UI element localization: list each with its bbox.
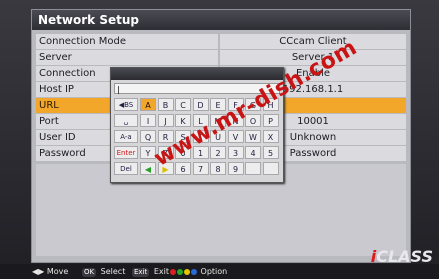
footer-select: OK Select	[82, 264, 125, 279]
exit-button-icon: Exit	[132, 268, 150, 277]
keyboard-key[interactable]	[262, 162, 279, 175]
row-value: CCcam Client	[220, 34, 406, 49]
keyboard-key[interactable]: 3	[227, 146, 244, 159]
keyboard-title-bar	[111, 68, 283, 80]
exit-label: Exit	[153, 267, 169, 276]
option-label: Option	[200, 267, 228, 276]
green-dot-icon	[177, 268, 183, 275]
keyboard-key[interactable]: 4	[245, 146, 261, 159]
keyboard-key[interactable]: A	[140, 98, 156, 111]
keyboard-key[interactable]: D	[192, 98, 209, 111]
keyboard-key[interactable]: 7	[192, 162, 209, 175]
keyboard-key[interactable]: Q	[140, 130, 156, 143]
red-dot-icon	[170, 268, 176, 275]
panel-title: Network Setup	[32, 10, 410, 30]
yellow-dot-icon	[184, 268, 190, 275]
keyboard-key[interactable]: I	[140, 114, 156, 127]
keyboard-key[interactable]: K	[175, 114, 191, 127]
keyboard-func-key[interactable]: ␣	[114, 114, 138, 127]
keyboard-key[interactable]: 9	[227, 162, 244, 175]
keyboard-row: Del ◀ ▶ 6 7 8 9	[114, 162, 280, 176]
keyboard-key[interactable]: 2	[210, 146, 226, 159]
keyboard-key[interactable]: X	[262, 130, 279, 143]
keyboard-key[interactable]	[245, 162, 261, 175]
move-label: Move	[46, 267, 69, 276]
keyboard-key[interactable]: 6	[175, 162, 191, 175]
tv-screen: Network Setup Connection Mode CCcam Clie…	[0, 0, 439, 279]
keyboard-func-key[interactable]: A-a	[114, 130, 138, 143]
select-label: Select	[100, 267, 126, 276]
keyboard-key[interactable]: 8	[210, 162, 226, 175]
keyboard-key[interactable]: B	[157, 98, 174, 111]
footer-exit: Exit Exit	[132, 264, 169, 279]
footer-option: Option	[170, 264, 227, 279]
keyboard-key[interactable]: J	[157, 114, 174, 127]
keyboard-key[interactable]: C	[175, 98, 191, 111]
row-label: Connection Mode	[36, 34, 218, 49]
ok-button-icon: OK	[82, 268, 97, 277]
keyboard-func-key[interactable]: Enter	[114, 146, 138, 159]
keyboard-key[interactable]: W	[245, 130, 261, 143]
blue-dot-icon	[191, 268, 197, 275]
keyboard-key[interactable]: P	[262, 114, 279, 127]
footer-move: ◀▶ Move	[32, 264, 68, 279]
keyboard-func-key[interactable]: ◀BS	[114, 98, 138, 111]
row-label: Server	[36, 50, 218, 65]
arrows-icon: ◀▶	[32, 267, 45, 276]
keyboard-key[interactable]: ◀	[140, 162, 156, 175]
keyboard-func-key[interactable]: Del	[114, 162, 138, 175]
footer-help-bar: ◀▶ Move OK Select Exit Exit Option	[0, 264, 439, 279]
keyboard-key[interactable]: 5	[262, 146, 279, 159]
